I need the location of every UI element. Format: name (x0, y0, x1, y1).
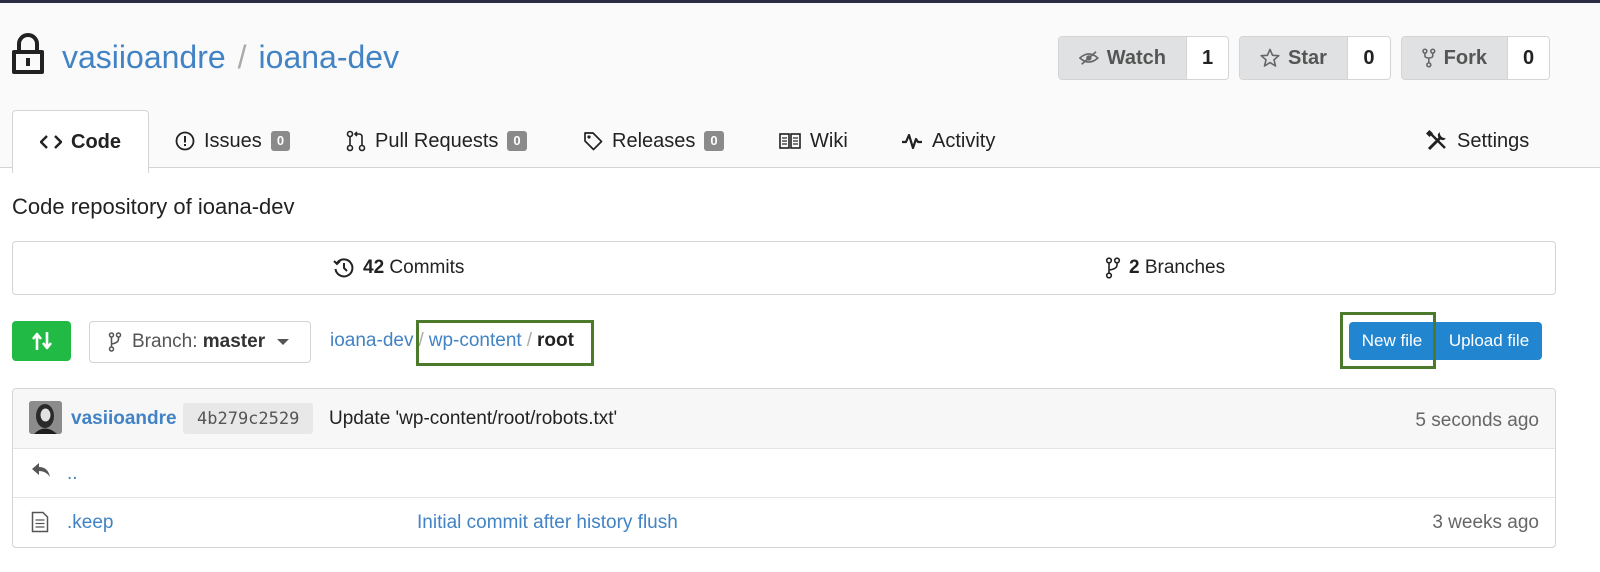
commit-time: 5 seconds ago (1415, 410, 1539, 431)
commits-count: 42 (363, 257, 385, 278)
star-button[interactable]: Star (1240, 37, 1347, 79)
avatar-image (29, 401, 62, 434)
tab-settings[interactable]: Settings (1426, 110, 1529, 172)
commits-label: 42 Commits (363, 257, 464, 279)
repo-title: vasiioandre / ioana-dev (62, 37, 399, 77)
repo-name-link[interactable]: ioana-dev (259, 39, 400, 75)
eye-slash-icon (1079, 51, 1099, 65)
breadcrumb-repo-link[interactable]: ioana-dev (330, 330, 413, 351)
watch-count[interactable]: 1 (1186, 37, 1228, 79)
repo-title-separator: / (237, 39, 247, 75)
tab-code-label: Code (71, 130, 121, 153)
fork-icon (1422, 48, 1436, 68)
tab-releases-label: Releases (612, 129, 696, 152)
branch-name: master (202, 331, 266, 352)
tab-wiki[interactable]: Wiki (779, 110, 848, 172)
file-list: vasiioandre 4b279c2529 Update 'wp-conten… (12, 388, 1556, 548)
tag-icon (584, 132, 603, 151)
file-time: 3 weeks ago (1432, 512, 1539, 533)
pull-requests-count-badge: 0 (507, 131, 527, 151)
upload-file-button[interactable]: Upload file (1435, 322, 1542, 360)
issue-icon (175, 131, 195, 151)
tab-code[interactable]: Code (12, 110, 149, 173)
branch-label: Branch: master (132, 331, 265, 353)
branches-stat[interactable]: 2 Branches (1105, 242, 1225, 294)
compare-button[interactable] (12, 321, 71, 361)
fork-button[interactable]: Fork (1402, 37, 1507, 79)
tab-pull-requests-label: Pull Requests (375, 129, 499, 152)
tab-issues[interactable]: Issues 0 (175, 110, 291, 172)
repo-owner-link[interactable]: vasiioandre (62, 39, 226, 75)
sync-arrows-icon (31, 332, 52, 350)
branches-text: Branches (1144, 257, 1226, 278)
new-file-highlight-box (1340, 312, 1436, 369)
branches-count: 2 (1129, 257, 1140, 278)
repo-stats-bar: 42 Commits 2 Branches (12, 241, 1556, 295)
branch-prefix: Branch: (132, 331, 198, 352)
watch-button[interactable]: Watch (1059, 37, 1186, 79)
tab-pull-requests[interactable]: Pull Requests 0 (346, 110, 527, 172)
tools-icon (1426, 130, 1446, 151)
latest-commit-row: vasiioandre 4b279c2529 Update 'wp-conten… (13, 389, 1555, 449)
star-group: Star 0 (1239, 36, 1391, 80)
commit-author-link[interactable]: vasiioandre (71, 408, 177, 430)
commits-stat[interactable]: 42 Commits (333, 242, 464, 294)
file-commit-link[interactable]: Initial commit after history flush (417, 512, 678, 534)
commits-text: Commits (389, 257, 465, 278)
fork-label: Fork (1443, 46, 1487, 69)
pull-request-icon (346, 130, 366, 152)
commit-message: Update 'wp-content/root/robots.txt' (329, 408, 618, 429)
tab-settings-label: Settings (1457, 129, 1530, 152)
branch-dropdown[interactable]: Branch: master (89, 321, 311, 363)
branch-icon (108, 332, 122, 352)
code-icon (40, 135, 62, 149)
chevron-down-icon (277, 339, 290, 345)
breadcrumb-highlight-box (416, 320, 594, 366)
branches-label: 2 Branches (1129, 257, 1225, 279)
tab-issues-label: Issues (204, 129, 262, 152)
list-item[interactable]: .keep Initial commit after history flush… (13, 498, 1555, 547)
watch-label: Watch (1106, 46, 1166, 69)
repo-description: Code repository of ioana-dev (12, 194, 295, 219)
fork-count[interactable]: 0 (1507, 37, 1549, 79)
file-name-link[interactable]: .keep (67, 512, 113, 534)
repo-tabs: Code Issues 0 Pull Requests 0 Releases 0… (12, 110, 1588, 173)
star-count[interactable]: 0 (1346, 37, 1390, 79)
history-icon (333, 258, 354, 278)
star-icon (1260, 48, 1280, 67)
tab-activity-label: Activity (932, 129, 996, 152)
book-icon (779, 133, 801, 149)
branch-icon (1105, 257, 1121, 279)
watch-group: Watch 1 (1058, 36, 1229, 80)
tab-activity[interactable]: Activity (901, 110, 995, 172)
tab-releases[interactable]: Releases 0 (583, 110, 724, 172)
pulse-icon (902, 133, 922, 150)
reply-icon (32, 463, 50, 477)
repo-header: vasiioandre / ioana-dev Watch 1 Star 0 F… (0, 3, 1600, 173)
commit-sha-button[interactable]: 4b279c2529 (183, 403, 314, 434)
file-icon (31, 511, 49, 533)
star-label: Star (1288, 46, 1327, 69)
tab-wiki-label: Wiki (810, 129, 848, 152)
avatar[interactable] (29, 401, 62, 434)
lock-icon (12, 33, 44, 74)
parent-directory-link[interactable]: .. (67, 463, 78, 485)
issues-count-badge: 0 (270, 131, 291, 151)
list-item[interactable]: .. (13, 449, 1555, 498)
fork-group: Fork 0 (1401, 36, 1550, 80)
releases-count-badge: 0 (704, 131, 724, 151)
